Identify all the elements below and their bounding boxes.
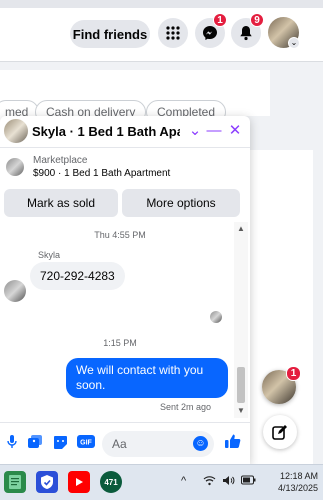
chevron-up-icon[interactable]: ^ [181,475,186,487]
message-list: Thu 4:55 PM Skyla 720-292-4283 1:15 PM W… [0,222,240,418]
badge-app-icon[interactable]: 471 [100,471,122,493]
more-options-button[interactable]: More options [122,189,240,217]
photo-icon[interactable] [27,435,43,451]
windows-taskbar: 471 ^ 12:18 AM 4/13/2025 [0,464,323,500]
page-scrollbar[interactable] [313,62,323,464]
volume-icon[interactable] [222,475,235,489]
chat-title[interactable]: Skyla · 1 Bed 1 Bath Apart... [32,124,180,139]
chat-avatar[interactable] [4,119,28,143]
menu-button[interactable] [158,18,188,48]
minimize-icon[interactable]: — [205,121,223,141]
message-timestamp: 1:15 PM [103,338,137,348]
grid-menu-icon [166,26,180,40]
top-navigation-bar: Find friends 1 9 ⌄ [0,0,323,62]
find-friends-button[interactable]: Find friends [70,20,150,48]
marketplace-listing[interactable]: Marketplace $900 · 1 Bed 1 Bath Apartmen… [0,149,250,187]
badge-app-label: 471 [104,477,118,487]
scrollbar-thumb[interactable] [237,367,245,403]
listing-thumbnail [6,158,24,176]
sender-name: Skyla [38,250,61,260]
sender-avatar[interactable] [4,280,26,302]
sent-status: Sent 2m ago [160,402,212,412]
seen-indicator-avatar [210,311,222,323]
message-composer: GIF ☺ [0,422,250,464]
incoming-message[interactable]: 720-292-4283 [30,262,125,290]
scroll-down-arrow-icon[interactable]: ▼ [234,406,248,415]
clock-time: 12:18 AM [279,471,318,481]
notepad-app-icon[interactable] [4,471,26,493]
top-strip [0,0,323,8]
sticker-icon[interactable] [52,435,68,451]
message-timestamp: Thu 4:55 PM [94,230,146,240]
compose-icon [272,425,287,440]
clock-date: 4/13/2025 [277,483,318,493]
wifi-icon[interactable] [203,475,216,489]
new-message-button[interactable] [263,415,297,449]
messenger-button[interactable]: 1 [195,13,227,48]
account-caret-icon[interactable]: ⌄ [288,37,300,49]
close-icon[interactable]: ✕ [226,121,244,141]
notifications-button[interactable]: 9 [231,13,264,48]
bell-icon [240,26,252,41]
microphone-icon[interactable] [4,435,20,451]
emoji-icon[interactable]: ☺ [193,436,208,451]
gif-icon[interactable]: GIF [76,435,96,451]
listing-title: $900 · 1 Bed 1 Bath Apartment [33,168,171,179]
marketplace-label: Marketplace [33,155,88,166]
mark-as-sold-button[interactable]: Mark as sold [4,189,118,217]
outgoing-message[interactable]: We will contact with you soon. [66,358,228,398]
notifications-badge: 9 [250,13,264,27]
chat-head-badge: 1 [286,366,301,381]
chevron-down-icon[interactable]: ⌄ [186,121,204,141]
youtube-app-icon[interactable] [68,471,90,493]
messenger-icon [203,26,217,40]
system-clock[interactable]: 12:18 AM 4/13/2025 [266,470,318,494]
svg-text:GIF: GIF [80,440,92,447]
chat-window: Skyla · 1 Bed 1 Bath Apart... ⌄ — ✕ Mark… [0,116,250,464]
chat-scrollbar[interactable]: ▲ ▼ [234,222,248,418]
scroll-up-arrow-icon[interactable]: ▲ [234,224,248,233]
messenger-badge: 1 [213,13,227,27]
vpn-app-icon[interactable] [36,471,58,493]
thumbs-up-icon[interactable] [223,433,243,453]
chat-header[interactable]: Skyla · 1 Bed 1 Bath Apart... ⌄ — ✕ [0,116,250,148]
battery-icon[interactable] [241,475,256,488]
